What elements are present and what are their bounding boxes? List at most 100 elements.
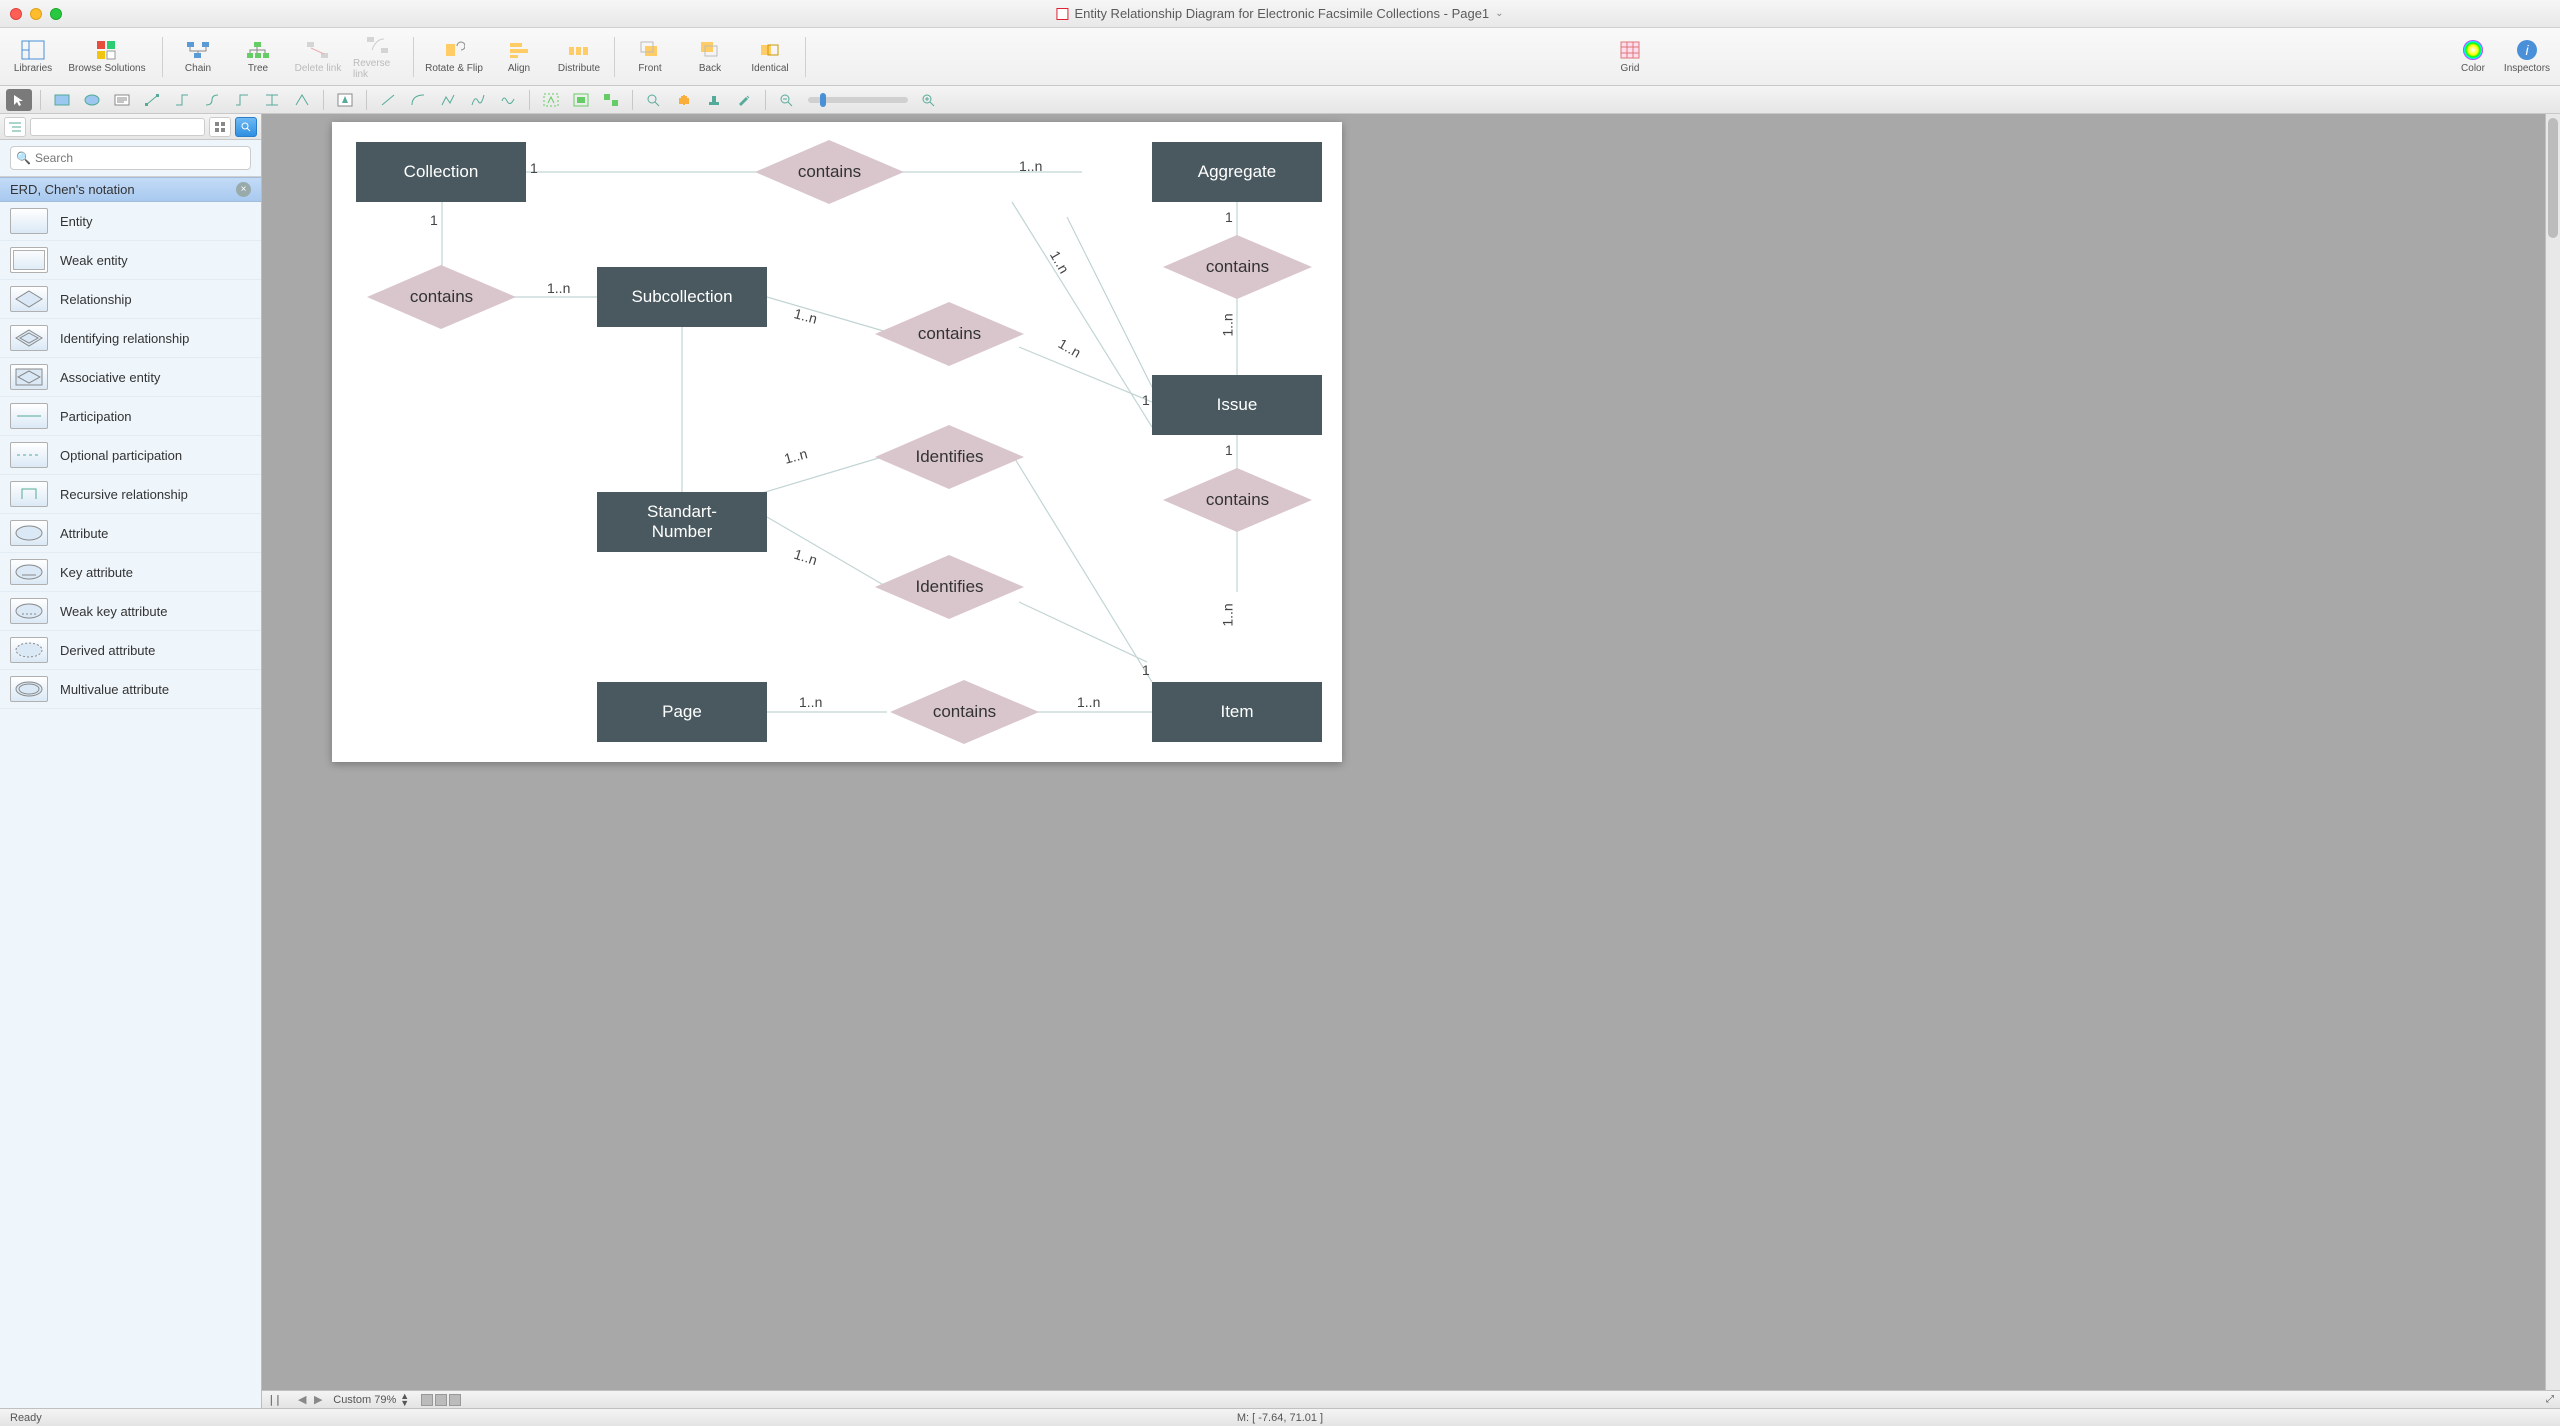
group-tool-3[interactable] <box>598 89 624 111</box>
inspectors-button[interactable]: iInspectors <box>2502 32 2552 82</box>
stamp-tool[interactable] <box>701 89 727 111</box>
sidebar-filter-input[interactable] <box>30 118 205 136</box>
entity-item[interactable]: Item <box>1152 682 1322 742</box>
resize-icon[interactable]: ⤢ <box>2546 1394 2554 1405</box>
lib-item-derived-attribute[interactable]: Derived attribute <box>0 631 261 670</box>
text-tool[interactable] <box>109 89 135 111</box>
lib-item-recursive-relationship[interactable]: Recursive relationship <box>0 475 261 514</box>
connector-tool-4[interactable] <box>229 89 255 111</box>
rotate-flip-button[interactable]: Rotate & Flip <box>424 32 484 82</box>
pan-tool[interactable] <box>671 89 697 111</box>
view-mode-buttons <box>421 1394 461 1406</box>
sidebar: 🔍 ERD, Chen's notation × Entity Weak ent… <box>0 114 262 1408</box>
relation-contains-3[interactable]: contains <box>872 299 1027 369</box>
lib-item-identifying-relationship[interactable]: Identifying relationship <box>0 319 261 358</box>
relation-contains-6[interactable]: contains <box>887 677 1042 747</box>
group-tool-1[interactable] <box>538 89 564 111</box>
line-tool[interactable] <box>375 89 401 111</box>
view-mode-3[interactable] <box>449 1394 461 1406</box>
entity-issue[interactable]: Issue <box>1152 375 1322 435</box>
lib-item-entity[interactable]: Entity <box>0 202 261 241</box>
lib-item-weak-key-attribute[interactable]: Weak key attribute <box>0 592 261 631</box>
entity-page[interactable]: Page <box>597 682 767 742</box>
search-toggle-icon[interactable] <box>235 117 257 137</box>
lib-item-optional-participation[interactable]: Optional participation <box>0 436 261 475</box>
identical-button[interactable]: Identical <box>745 32 795 82</box>
lib-item-weak-entity[interactable]: Weak entity <box>0 241 261 280</box>
connector-tool-6[interactable] <box>289 89 315 111</box>
pause-icon[interactable]: || <box>268 1393 281 1406</box>
pointer-tool[interactable] <box>6 89 32 111</box>
zoom-slider[interactable] <box>808 97 908 103</box>
stepper-icon[interactable]: ▲▼ <box>400 1393 409 1407</box>
relation-contains-1[interactable]: contains <box>752 137 907 207</box>
eyedropper-tool[interactable] <box>731 89 757 111</box>
front-button[interactable]: Front <box>625 32 675 82</box>
lib-item-associative-entity[interactable]: Associative entity <box>0 358 261 397</box>
next-page-icon[interactable]: ▶ <box>311 1393 325 1407</box>
libraries-button[interactable]: Libraries <box>8 32 58 82</box>
derived-attribute-shape-icon <box>10 637 48 663</box>
relation-identifies-1[interactable]: Identifies <box>872 422 1027 492</box>
tree-button[interactable]: Tree <box>233 32 283 82</box>
tree-view-icon[interactable] <box>4 117 26 137</box>
delete-link-icon <box>305 39 331 61</box>
reverse-link-button[interactable]: Reverse link <box>353 32 403 82</box>
chain-button[interactable]: Chain <box>173 32 223 82</box>
prev-page-icon[interactable]: ◀ <box>295 1393 309 1407</box>
scrollbar-thumb[interactable] <box>2548 118 2558 238</box>
relation-contains-2[interactable]: contains <box>364 262 519 332</box>
window-title[interactable]: Entity Relationship Diagram for Electron… <box>1056 6 1503 21</box>
insert-tool[interactable] <box>332 89 358 111</box>
curve-tool[interactable] <box>405 89 431 111</box>
close-icon[interactable] <box>10 8 22 20</box>
connector-tool-5[interactable] <box>259 89 285 111</box>
library-header[interactable]: ERD, Chen's notation × <box>0 177 261 202</box>
lib-item-attribute[interactable]: Attribute <box>0 514 261 553</box>
spline-tool[interactable] <box>465 89 491 111</box>
close-library-icon[interactable]: × <box>236 182 251 197</box>
align-button[interactable]: Align <box>494 32 544 82</box>
entity-subcollection[interactable]: Subcollection <box>597 267 767 327</box>
entity-collection[interactable]: Collection <box>356 142 526 202</box>
lib-item-participation[interactable]: Participation <box>0 397 261 436</box>
back-button[interactable]: Back <box>685 32 735 82</box>
grid-view-icon[interactable] <box>209 117 231 137</box>
polyline-tool[interactable] <box>435 89 461 111</box>
minimize-icon[interactable] <box>30 8 42 20</box>
view-mode-2[interactable] <box>435 1394 447 1406</box>
connector-tool-2[interactable] <box>169 89 195 111</box>
card-1b: 1 <box>430 212 438 228</box>
entity-shape-icon <box>10 208 48 234</box>
zoom-control[interactable]: Custom 79% ▲▼ <box>333 1393 409 1407</box>
ellipse-tool[interactable] <box>79 89 105 111</box>
connector-tool-3[interactable] <box>199 89 225 111</box>
relation-identifies-2[interactable]: Identifies <box>872 552 1027 622</box>
lib-item-key-attribute[interactable]: Key attribute <box>0 553 261 592</box>
zoom-tool[interactable] <box>641 89 667 111</box>
relation-contains-4[interactable]: contains <box>1160 232 1315 302</box>
connector-tool-1[interactable] <box>139 89 165 111</box>
group-tool-2[interactable] <box>568 89 594 111</box>
search-input[interactable] <box>10 146 251 170</box>
distribute-button[interactable]: Distribute <box>554 32 604 82</box>
entity-standard-number[interactable]: Standart- Number <box>597 492 767 552</box>
page-canvas[interactable]: Collection Aggregate Subcollection Issue… <box>332 122 1342 762</box>
color-button[interactable]: Color <box>2448 32 2498 82</box>
title-text: Entity Relationship Diagram for Electron… <box>1074 6 1489 21</box>
delete-link-button[interactable]: Delete link <box>293 32 343 82</box>
vertical-scrollbar[interactable] <box>2545 114 2560 1390</box>
freehand-tool[interactable] <box>495 89 521 111</box>
view-mode-1[interactable] <box>421 1394 433 1406</box>
lib-item-multivalue-attribute[interactable]: Multivalue attribute <box>0 670 261 709</box>
grid-button[interactable]: Grid <box>1605 32 1655 82</box>
lib-item-relationship[interactable]: Relationship <box>0 280 261 319</box>
maximize-icon[interactable] <box>50 8 62 20</box>
zoom-in-button[interactable] <box>916 89 942 111</box>
relation-contains-5[interactable]: contains <box>1160 465 1315 535</box>
entity-aggregate[interactable]: Aggregate <box>1152 142 1322 202</box>
rect-tool[interactable] <box>49 89 75 111</box>
zoom-out-button[interactable] <box>774 89 800 111</box>
canvas-scroll[interactable]: Collection Aggregate Subcollection Issue… <box>262 114 2560 1390</box>
browse-solutions-button[interactable]: Browse Solutions <box>62 32 152 82</box>
